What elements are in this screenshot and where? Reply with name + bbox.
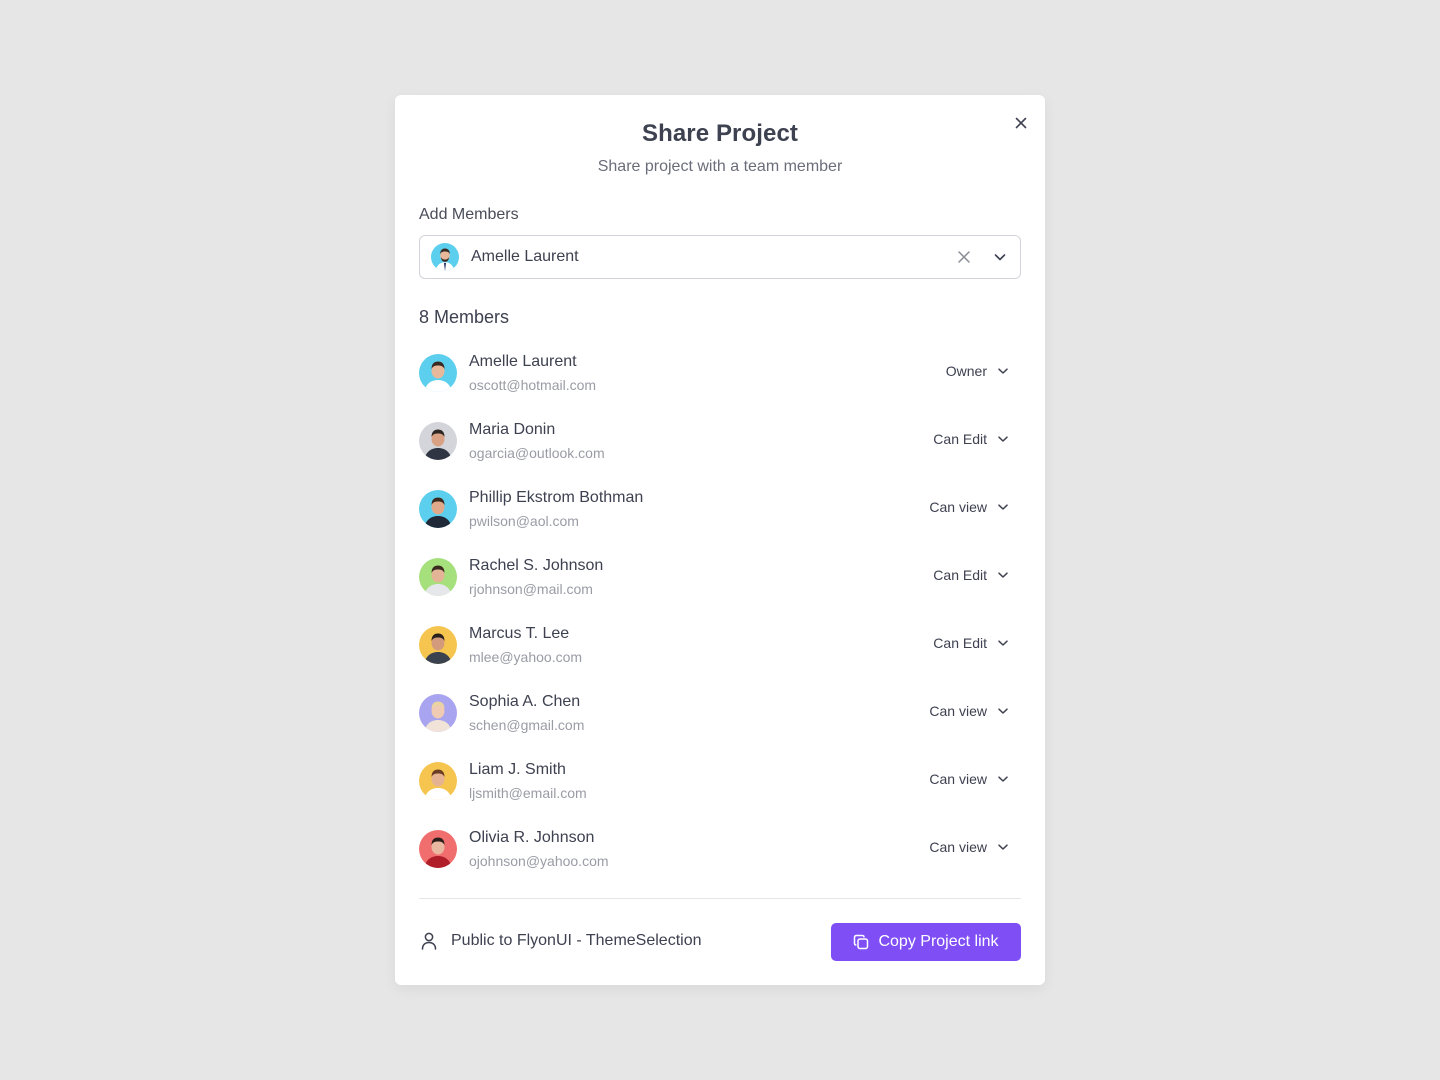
visibility-text: Public to FlyonUI - ThemeSelection: [451, 932, 702, 949]
role-label: Can Edit: [933, 431, 987, 447]
member-email: ojohnson@yahoo.com: [469, 853, 609, 869]
members-count-heading: 8 Members: [419, 307, 510, 327]
member-email: rjohnson@mail.com: [469, 581, 593, 597]
visibility-info: Public to FlyonUI - ThemeSelection: [421, 932, 701, 950]
role-label: Can view: [929, 839, 987, 855]
copy-icon: [854, 934, 869, 950]
chevron-down-icon: [998, 572, 1008, 578]
chevron-down-icon: [998, 504, 1008, 510]
chevron-down-icon: [994, 254, 1006, 261]
role-select[interactable]: Can Edit: [933, 567, 1009, 583]
divider: [419, 898, 1021, 899]
member-email: mlee@yahoo.com: [469, 649, 583, 665]
chevron-down-icon: [998, 640, 1008, 646]
member-email: schen@gmail.com: [469, 717, 585, 733]
role-select[interactable]: Can Edit: [933, 635, 1009, 651]
member-name: Sophia A. Chen: [469, 693, 581, 710]
role-select[interactable]: Can view: [929, 771, 1009, 787]
copy-button-label: Copy Project link: [878, 933, 999, 950]
share-project-dialog: Share Project Share project with a team …: [395, 95, 1045, 985]
member-row: Amelle Laurent oscott@hotmail.com Owner: [419, 343, 1021, 411]
role-label: Can Edit: [933, 567, 987, 583]
role-label: Owner: [945, 363, 987, 379]
add-members-label: Add Members: [419, 206, 519, 223]
member-name: Maria Donin: [469, 421, 556, 438]
avatar: [419, 422, 457, 460]
close-icon: [958, 251, 970, 263]
dialog-title: Share Project: [641, 120, 799, 147]
member-email: ogarcia@outlook.com: [469, 445, 605, 461]
role-select[interactable]: Owner: [946, 363, 1009, 379]
member-name: Rachel S. Johnson: [469, 557, 604, 574]
avatar: [419, 694, 457, 732]
chevron-down-icon: [998, 436, 1008, 442]
role-select[interactable]: Can view: [929, 499, 1009, 515]
role-select[interactable]: Can view: [929, 839, 1009, 855]
member-email: oscott@hotmail.com: [469, 377, 597, 393]
avatar: [431, 243, 459, 271]
member-list: Amelle Laurent oscott@hotmail.com Owner …: [419, 343, 1021, 887]
chevron-down-icon: [998, 708, 1008, 714]
role-label: Can view: [929, 499, 987, 515]
role-label: Can view: [929, 771, 987, 787]
chevron-down-icon: [998, 368, 1008, 374]
role-select[interactable]: Can Edit: [933, 431, 1009, 447]
member-row: Liam J. Smith ljsmith@email.com Can view: [419, 751, 1021, 819]
copy-project-link-button[interactable]: Copy Project link: [831, 923, 1021, 961]
dropdown-toggle[interactable]: [990, 247, 1010, 267]
member-name: Liam J. Smith: [469, 761, 566, 778]
role-select[interactable]: Can view: [929, 703, 1009, 719]
member-name: Marcus T. Lee: [469, 625, 570, 642]
add-members-select[interactable]: Amelle Laurent: [419, 235, 1021, 279]
member-name: Phillip Ekstrom Bothman: [469, 489, 644, 506]
member-row: Marcus T. Lee mlee@yahoo.com Can Edit: [419, 615, 1021, 683]
member-row: Rachel S. Johnson rjohnson@mail.com Can …: [419, 547, 1021, 615]
avatar: [419, 762, 457, 800]
chevron-down-icon: [998, 844, 1008, 850]
member-email: pwilson@aol.com: [469, 513, 579, 529]
avatar: [419, 354, 457, 392]
selected-member-name: Amelle Laurent: [471, 248, 579, 265]
role-label: Can view: [929, 703, 987, 719]
dialog-subtitle: Share project with a team member: [597, 158, 843, 175]
member-email: ljsmith@email.com: [469, 785, 587, 801]
avatar: [419, 626, 457, 664]
member-row: Olivia R. Johnson ojohnson@yahoo.com Can…: [419, 819, 1021, 887]
chevron-down-icon: [998, 776, 1008, 782]
member-name: Amelle Laurent: [469, 353, 577, 370]
role-label: Can Edit: [933, 635, 987, 651]
avatar: [419, 490, 457, 528]
member-row: Sophia A. Chen schen@gmail.com Can view: [419, 683, 1021, 751]
member-row: Phillip Ekstrom Bothman pwilson@aol.com …: [419, 479, 1021, 547]
member-name: Olivia R. Johnson: [469, 829, 595, 846]
clear-selection-button[interactable]: [954, 247, 974, 267]
avatar: [419, 558, 457, 596]
user-icon: [421, 932, 437, 950]
member-row: Maria Donin ogarcia@outlook.com Can Edit: [419, 411, 1021, 479]
avatar: [419, 830, 457, 868]
